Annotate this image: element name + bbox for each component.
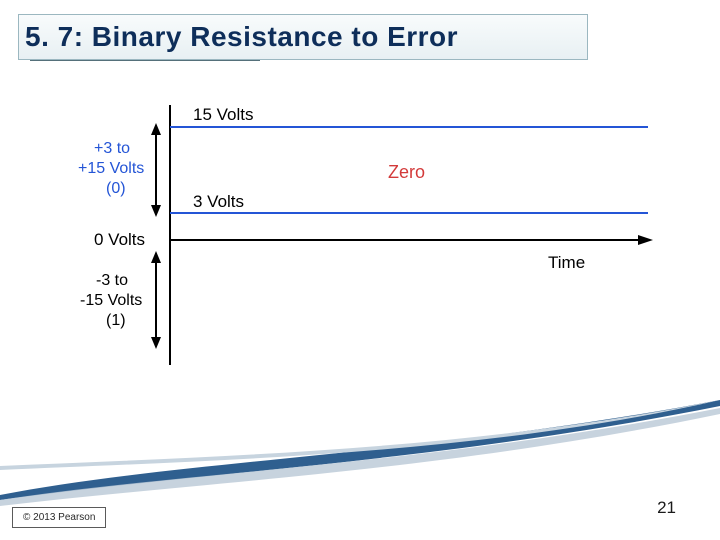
lower-range-line3: (1): [106, 312, 126, 329]
copyright-text: © 2013 Pearson: [23, 512, 95, 523]
slide-title: 5. 7: Binary Resistance to Error: [25, 21, 458, 53]
arrowhead-right-icon: [638, 235, 653, 245]
upper-range-line3: (0): [106, 180, 126, 197]
title-underline: [30, 60, 260, 61]
upper-range-line2: +15 Volts: [78, 160, 144, 177]
lower-range-line1: -3 to: [96, 272, 128, 289]
top-volts-label: 15 Volts: [193, 105, 254, 124]
upper-range-line1: +3 to: [94, 140, 130, 157]
arrowhead-up-icon: [151, 251, 161, 263]
slide: 5. 7: Binary Resistance to Error 15 Volt…: [0, 0, 720, 540]
voltage-diagram: 15 Volts 3 Volts Zero Time 0 Volts +3 to…: [58, 105, 658, 385]
arrowhead-up-icon: [151, 123, 161, 135]
decorative-swoosh-icon: [0, 400, 720, 510]
arrowhead-down-icon: [151, 205, 161, 217]
lower-range-line2: -15 Volts: [80, 292, 142, 309]
title-box: 5. 7: Binary Resistance to Error: [18, 14, 588, 60]
mid-volts-label: 3 Volts: [193, 192, 244, 211]
zero-band-label: Zero: [388, 162, 425, 182]
time-axis-label: Time: [548, 253, 585, 272]
arrowhead-down-icon: [151, 337, 161, 349]
zero-volts-label: 0 Volts: [94, 230, 145, 249]
copyright-box: © 2013 Pearson: [12, 507, 106, 528]
page-number: 21: [657, 498, 676, 518]
